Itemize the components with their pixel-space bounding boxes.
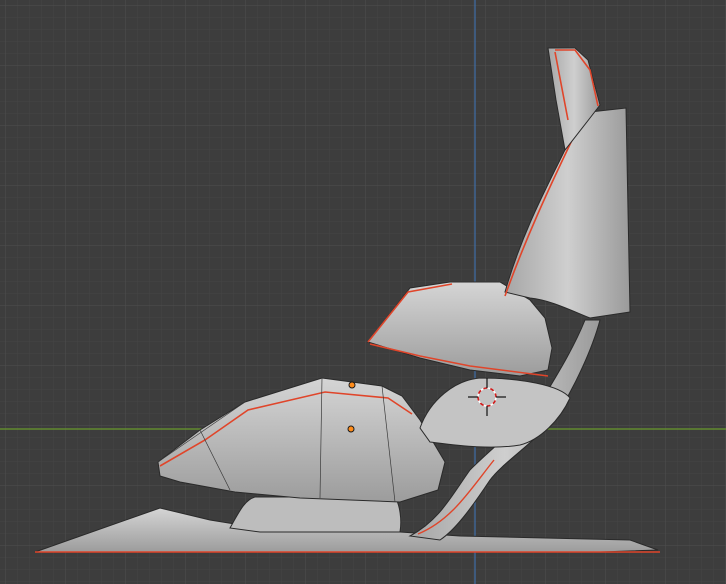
3d-viewport[interactable]	[0, 0, 726, 584]
origin-point-icon[interactable]	[347, 425, 355, 433]
viewport-canvas[interactable]	[0, 0, 726, 584]
chair-pedestal[interactable]	[229, 496, 402, 533]
origin-point-icon[interactable]	[348, 381, 356, 389]
